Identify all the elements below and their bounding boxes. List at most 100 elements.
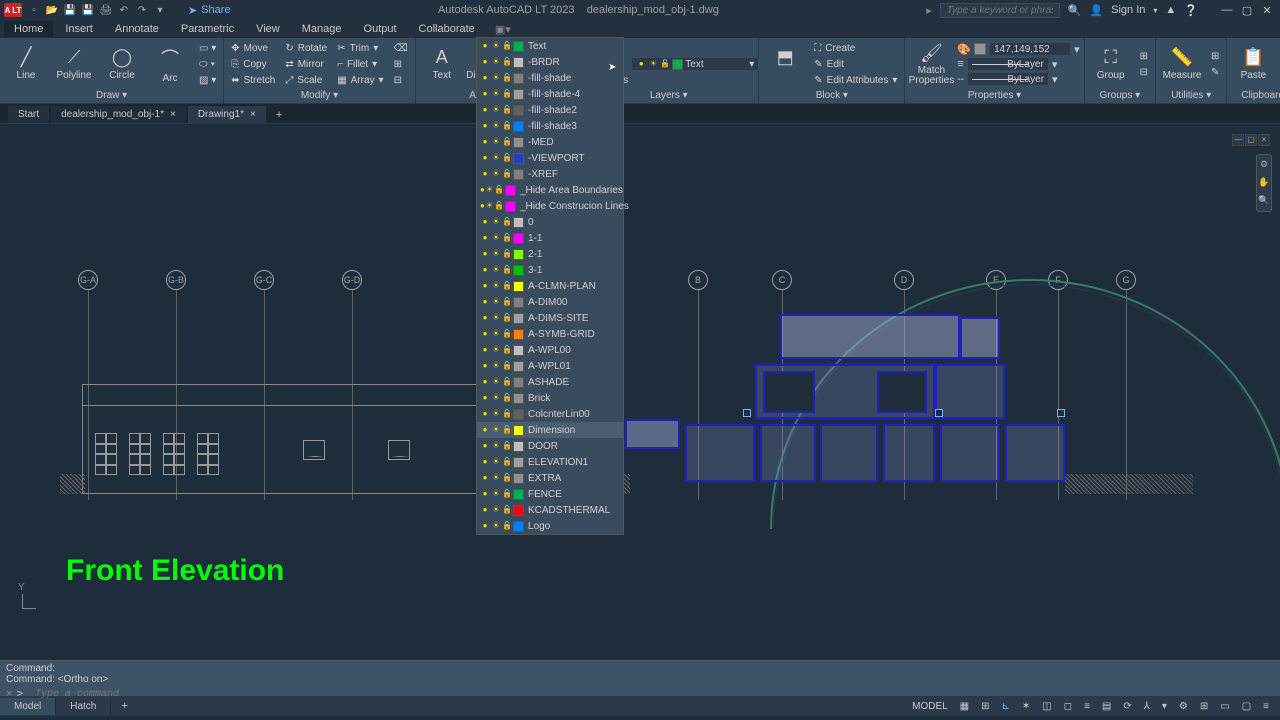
drawing-area[interactable]: — ▢ × ⚙ ✋ 🔍 G-A G-B G-C G-D B C D E F G <box>0 124 1280 660</box>
share-button[interactable]: ➤ Share <box>188 4 231 17</box>
grip[interactable] <box>743 409 751 417</box>
paste-button[interactable]: 📋Paste <box>1231 40 1275 88</box>
layer-item[interactable]: ●☀🔓ASHADE <box>477 374 623 390</box>
layer-item[interactable]: ●☀🔓Brick <box>477 390 623 406</box>
layer-item[interactable]: ●☀🔓A-CLMN-PLAN <box>477 278 623 294</box>
help-icon[interactable]: ❔ <box>1184 4 1198 17</box>
redo-icon[interactable]: ↷ <box>134 2 150 18</box>
layer-item[interactable]: ●☀🔓3-1 <box>477 262 623 278</box>
status-monitor-icon[interactable]: ▭ <box>1215 699 1234 714</box>
status-polar-icon[interactable]: ✶ <box>1017 699 1035 714</box>
measure-button[interactable]: 📏Measure <box>1160 40 1204 88</box>
vp-min-icon[interactable]: — <box>1232 134 1244 146</box>
layer-item[interactable]: ●☀🔓-MED <box>477 134 623 150</box>
layer-item[interactable]: ●☀🔓-XREF <box>477 166 623 182</box>
modify-misc2[interactable]: ⊞ <box>391 56 411 72</box>
tab-collaborate[interactable]: Collaborate <box>409 21 485 37</box>
tab-view[interactable]: View <box>246 21 290 37</box>
trim-button[interactable]: ✂ Trim ▾ <box>334 40 386 56</box>
status-gear-icon[interactable]: ⚙ <box>1174 699 1193 714</box>
panel-properties-title[interactable]: Properties ▾ <box>909 88 1079 103</box>
create-block-button[interactable]: ⛶ Create <box>811 40 900 56</box>
panel-draw-title[interactable]: Draw ▾ <box>4 88 219 103</box>
layer-item[interactable]: ●☀🔓Text <box>477 38 623 54</box>
scale-button[interactable]: ⤢ Scale <box>282 72 330 88</box>
linetype-dropdown[interactable]: ╌ByLayer▾ <box>957 72 1079 87</box>
layer-dropdown[interactable]: ●☀🔓Text●☀🔓-BRDR●☀🔓-fill-shade●☀🔓-fill-sh… <box>476 37 624 535</box>
tab-annotate[interactable]: Annotate <box>105 21 169 37</box>
layer-item[interactable]: ●☀🔓_Hide Construcion Lines <box>477 198 623 214</box>
grip[interactable] <box>1057 409 1065 417</box>
layer-item[interactable]: ●☀🔓-fill-shade <box>477 70 623 86</box>
plot-icon[interactable]: 🖨 <box>98 2 114 18</box>
group-misc1[interactable]: ⊞ <box>1137 48 1151 64</box>
search-caret-icon[interactable]: ▸ <box>926 4 932 17</box>
current-layer-dropdown[interactable]: ● ☀ 🔓 Text ▾ <box>631 57 759 71</box>
util-misc2[interactable]: ✎ <box>1208 64 1222 80</box>
mirror-button[interactable]: ⇄ Mirror <box>282 56 330 72</box>
status-clean-icon[interactable]: ▢ <box>1237 699 1256 714</box>
close-tab-icon[interactable]: × <box>250 109 256 120</box>
search-input[interactable] <box>940 3 1060 18</box>
close-button[interactable]: ✕ <box>1258 2 1276 18</box>
layer-item[interactable]: ●☀🔓-fill-shade-4 <box>477 86 623 102</box>
lineweight-dropdown[interactable]: ≡ByLayer▾ <box>957 57 1079 72</box>
layer-item[interactable]: ●☀🔓A-DIMS-SITE <box>477 310 623 326</box>
nav-pan-icon[interactable]: ✋ <box>1258 177 1270 189</box>
layer-item[interactable]: ●☀🔓0 <box>477 214 623 230</box>
array-button[interactable]: ▦ Array ▾ <box>334 72 386 88</box>
group-misc2[interactable]: ⊟ <box>1137 64 1151 80</box>
circle-button[interactable]: ◯Circle <box>100 40 144 88</box>
open-icon[interactable]: 📂 <box>44 2 60 18</box>
layer-item[interactable]: ●☀🔓KCADSTHERMAL <box>477 502 623 518</box>
tab-home[interactable]: Home <box>4 21 53 37</box>
status-scale-icon[interactable]: ▾ <box>1157 699 1172 714</box>
panel-groups-title[interactable]: Groups ▾ <box>1089 88 1151 103</box>
insert-button[interactable]: ⬒Insert <box>763 40 807 88</box>
layer-item[interactable]: ●☀🔓Dimension <box>477 422 623 438</box>
close-tab-icon[interactable]: × <box>170 109 176 120</box>
status-model[interactable]: MODEL <box>907 699 953 714</box>
maximize-button[interactable]: ▢ <box>1238 2 1256 18</box>
panel-clipboard-title[interactable]: Clipboard <box>1231 88 1280 103</box>
arc-button[interactable]: ⌒Arc <box>148 40 192 88</box>
layer-item[interactable]: ●☀🔓-fill-shade2 <box>477 102 623 118</box>
layer-item[interactable]: ●☀🔓EXTRA <box>477 470 623 486</box>
panel-utilities-title[interactable]: Utilities ▾ <box>1160 88 1222 103</box>
group-button[interactable]: ⛶Group <box>1089 40 1133 88</box>
save-icon[interactable]: 💾 <box>62 2 78 18</box>
search-icon[interactable]: 🔍 <box>1068 4 1082 17</box>
layer-item[interactable]: ●☀🔓1-1 <box>477 230 623 246</box>
layer-item[interactable]: ●☀🔓A-DIM00 <box>477 294 623 310</box>
layer-item[interactable]: ●☀🔓_Hide Area Boundaries <box>477 182 623 198</box>
status-custom-icon[interactable]: ≡ <box>1258 699 1274 714</box>
status-snap-icon[interactable]: ⊞ <box>976 699 994 714</box>
status-lwt-icon[interactable]: ≡ <box>1079 699 1095 714</box>
undo-icon[interactable]: ↶ <box>116 2 132 18</box>
nav-zoom-icon[interactable]: 🔍 <box>1258 195 1270 207</box>
panel-modify-title[interactable]: Modify ▾ <box>228 88 410 103</box>
status-ortho-icon[interactable]: ⊾ <box>997 699 1015 714</box>
new-tab-button[interactable]: + <box>268 107 290 123</box>
layer-item[interactable]: ●☀🔓Logo <box>477 518 623 534</box>
layer-item[interactable]: ●☀🔓-BRDR <box>477 54 623 70</box>
edit-attributes-button[interactable]: ✎ Edit Attributes ▾ <box>811 72 900 88</box>
minimize-button[interactable]: — <box>1218 2 1236 18</box>
layout-tab-add[interactable]: + <box>111 697 137 715</box>
text-button[interactable]: AText <box>420 40 464 88</box>
file-tab-2[interactable]: Drawing1*× <box>188 106 266 123</box>
status-grid-icon[interactable]: ▦ <box>955 699 974 714</box>
signin-button[interactable]: Sign In <box>1111 4 1145 16</box>
edit-block-button[interactable]: ✎ Edit <box>811 56 900 72</box>
status-workspace-icon[interactable]: ⊞ <box>1195 699 1213 714</box>
stretch-button[interactable]: ⬌ Stretch <box>228 72 278 88</box>
tab-insert[interactable]: Insert <box>55 21 103 37</box>
status-cycle-icon[interactable]: ⟳ <box>1118 699 1136 714</box>
status-iso-icon[interactable]: ◫ <box>1037 699 1056 714</box>
status-trans-icon[interactable]: ▤ <box>1097 699 1116 714</box>
qat-dropdown-icon[interactable]: ▾ <box>152 2 168 18</box>
layer-item[interactable]: ●☀🔓ELEVATION1 <box>477 454 623 470</box>
tab-manage[interactable]: Manage <box>292 21 352 37</box>
match-properties-button[interactable]: 🖌MatchProperties <box>909 40 953 88</box>
nav-wheel-icon[interactable]: ⚙ <box>1258 159 1270 171</box>
